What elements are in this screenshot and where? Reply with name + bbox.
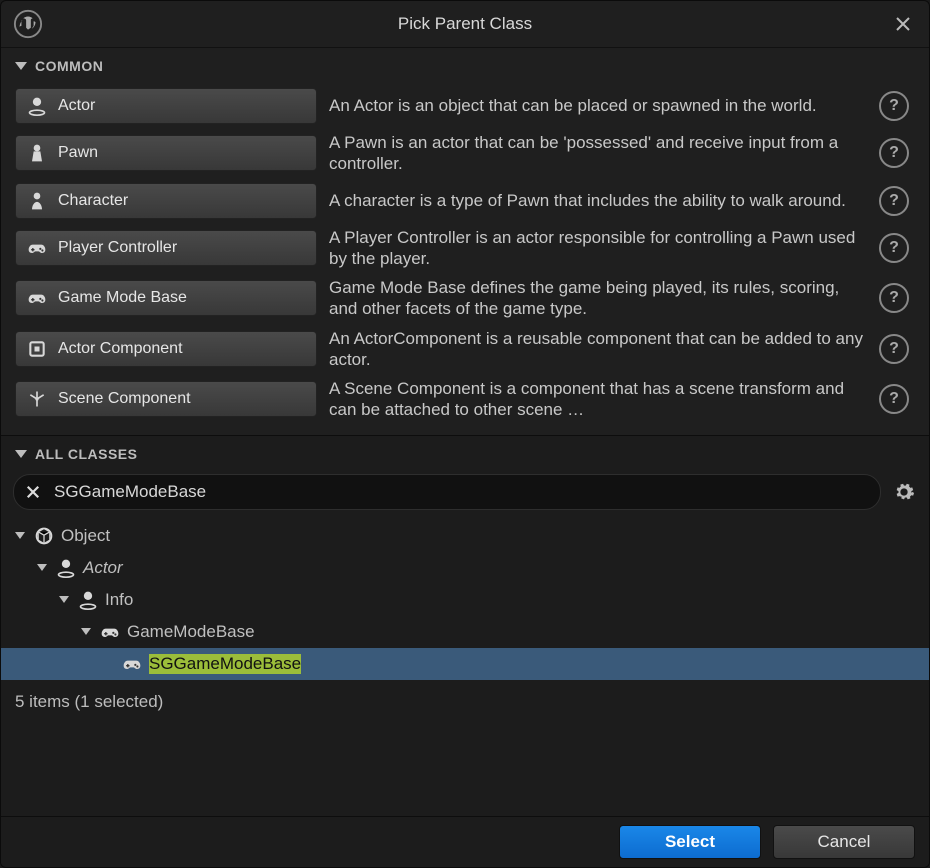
class-label: Actor <box>58 97 95 115</box>
dialog-title: Pick Parent Class <box>1 14 929 34</box>
section-header-common[interactable]: COMMON <box>1 48 929 80</box>
character-icon <box>26 190 48 212</box>
actor-icon <box>55 557 77 579</box>
object-icon <box>33 525 55 547</box>
class-button-pawn[interactable]: Pawn <box>15 135 317 171</box>
class-description: A Pawn is an actor that can be 'possesse… <box>329 132 867 175</box>
scene-component-icon <box>26 388 48 410</box>
gamemode-icon <box>99 621 121 643</box>
status-text: 5 items (1 selected) <box>1 686 929 722</box>
select-button[interactable]: Select <box>619 825 761 859</box>
help-button[interactable]: ? <box>879 283 909 313</box>
common-class-row: Game Mode Base Game Mode Base defines the… <box>11 273 919 324</box>
actor-icon <box>77 589 99 611</box>
chevron-down-icon <box>81 628 91 635</box>
help-button[interactable]: ? <box>879 138 909 168</box>
chevron-down-icon <box>59 596 69 603</box>
class-button-player-controller[interactable]: Player Controller <box>15 230 317 266</box>
search-row <box>1 468 929 516</box>
class-description: Game Mode Base defines the game being pl… <box>329 277 867 320</box>
tree-node-sggamemodebase[interactable]: SGGameModeBase <box>1 648 929 680</box>
section-label: ALL CLASSES <box>35 446 137 462</box>
common-class-list: Actor An Actor is an object that can be p… <box>1 80 929 435</box>
chevron-down-icon <box>15 62 27 70</box>
clear-search-button[interactable] <box>26 485 40 499</box>
class-description: A Scene Component is a component that ha… <box>329 378 867 421</box>
help-button[interactable]: ? <box>879 233 909 263</box>
chevron-down-icon <box>15 450 27 458</box>
tree-label: Actor <box>83 558 123 578</box>
tree-node-actor[interactable]: Actor <box>1 552 929 584</box>
class-label: Actor Component <box>58 340 183 358</box>
class-button-scene-component[interactable]: Scene Component <box>15 381 317 417</box>
all-classes-section: ALL CLASSES Object Actor Info GameModeBase S… <box>1 435 929 817</box>
class-description: A Player Controller is an actor responsi… <box>329 227 867 270</box>
chevron-down-icon <box>15 532 25 539</box>
common-class-row: Pawn A Pawn is an actor that can be 'poss… <box>11 128 919 179</box>
player-controller-icon <box>26 237 48 259</box>
class-button-actor[interactable]: Actor <box>15 88 317 124</box>
class-button-character[interactable]: Character <box>15 183 317 219</box>
gamemode-icon <box>121 653 143 675</box>
gear-icon[interactable] <box>891 479 917 505</box>
class-button-actor-component[interactable]: Actor Component <box>15 331 317 367</box>
pawn-icon <box>26 142 48 164</box>
tree-label: SGGameModeBase <box>149 654 301 674</box>
common-class-row: Actor Component An ActorComponent is a re… <box>11 324 919 375</box>
titlebar: Pick Parent Class <box>1 1 929 48</box>
help-button[interactable]: ? <box>879 186 909 216</box>
class-label: Player Controller <box>58 239 177 257</box>
tree-label: Info <box>105 590 133 610</box>
class-label: Pawn <box>58 144 98 162</box>
tree-node-gamemodebase[interactable]: GameModeBase <box>1 616 929 648</box>
search-box <box>13 474 881 510</box>
section-header-all[interactable]: ALL CLASSES <box>1 436 929 468</box>
class-tree: Object Actor Info GameModeBase SGGameModeBas… <box>1 516 929 686</box>
tree-label: GameModeBase <box>127 622 255 642</box>
common-class-row: Actor An Actor is an object that can be p… <box>11 84 919 128</box>
actor-icon <box>26 95 48 117</box>
game-mode-base-icon <box>26 287 48 309</box>
class-description: An ActorComponent is a reusable componen… <box>329 328 867 371</box>
class-label: Character <box>58 192 128 210</box>
class-button-game-mode-base[interactable]: Game Mode Base <box>15 280 317 316</box>
common-class-row: Character A character is a type of Pawn t… <box>11 179 919 223</box>
tree-node-info[interactable]: Info <box>1 584 929 616</box>
tree-label: Object <box>61 526 110 546</box>
class-label: Game Mode Base <box>58 289 187 307</box>
pick-parent-class-dialog: Pick Parent Class COMMON Actor An Actor i… <box>0 0 930 868</box>
section-label: COMMON <box>35 58 103 74</box>
actor-component-icon <box>26 338 48 360</box>
common-class-row: Scene Component A Scene Component is a co… <box>11 374 919 425</box>
common-class-row: Player Controller A Player Controller is … <box>11 223 919 274</box>
help-button[interactable]: ? <box>879 91 909 121</box>
class-description: An Actor is an object that can be placed… <box>329 95 867 116</box>
chevron-down-icon <box>37 564 47 571</box>
dialog-footer: Select Cancel <box>1 816 929 867</box>
class-description: A character is a type of Pawn that inclu… <box>329 190 867 211</box>
help-button[interactable]: ? <box>879 334 909 364</box>
cancel-button[interactable]: Cancel <box>773 825 915 859</box>
help-button[interactable]: ? <box>879 384 909 414</box>
class-label: Scene Component <box>58 390 191 408</box>
tree-node-object[interactable]: Object <box>1 520 929 552</box>
search-input[interactable] <box>52 481 868 503</box>
